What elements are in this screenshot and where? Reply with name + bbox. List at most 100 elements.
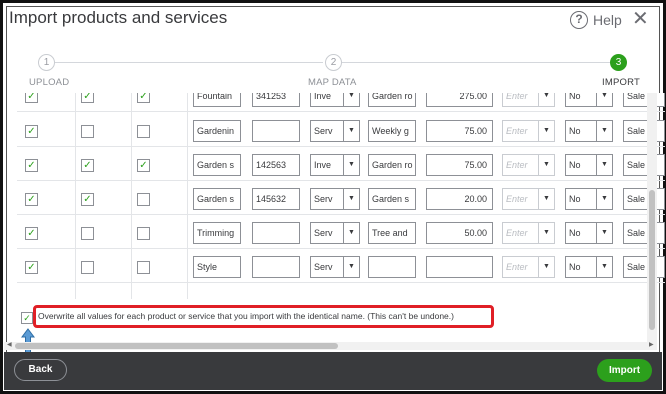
product-name-field[interactable]: Gardenin [193,120,241,142]
type-select[interactable]: Serv ▼ [310,256,360,278]
dropdown-caret-icon[interactable]: ▼ [343,223,359,243]
dropdown-caret-icon[interactable]: ▼ [538,155,554,175]
dropdown-caret-icon[interactable]: ▼ [538,257,554,277]
dropdown-caret-icon[interactable]: ▼ [538,223,554,243]
dropdown-caret-icon[interactable]: ▼ [596,189,612,209]
taxable-select[interactable]: No ▼ [565,188,613,210]
sku-field[interactable] [252,256,300,278]
dropdown-caret-icon[interactable]: ▼ [596,121,612,141]
sku-field[interactable] [252,222,300,244]
help-button[interactable]: ? Help [570,11,622,29]
dropdown-caret-icon[interactable]: ▼ [343,257,359,277]
scroll-right-icon[interactable]: ▶ [649,341,654,348]
account-field[interactable]: Sale [623,93,665,107]
dropdown-caret-icon[interactable]: ▼ [596,93,612,106]
income-account-select[interactable]: Enter ▼ [502,222,555,244]
row-checkbox[interactable]: ✓ [25,93,38,103]
income-account-select[interactable]: Enter ▼ [502,120,555,142]
row-checkbox[interactable]: ✓ [25,193,38,206]
description-field[interactable]: Garden s [368,188,416,210]
taxable-select[interactable]: No ▼ [565,120,613,142]
step-2-label: MAP DATA [308,77,357,88]
dropdown-caret-icon[interactable]: ▼ [538,121,554,141]
help-label: Help [593,12,622,28]
table-row: ✓ Trimming Serv ▼ Tree and 50.00 Enter ▼ No ▼ Sale [17,215,665,249]
row-checkbox[interactable]: ✓ [81,159,94,172]
dropdown-caret-icon[interactable]: ▼ [343,189,359,209]
price-field[interactable]: 50.00 [426,222,493,244]
vertical-scrollbar-thumb[interactable] [649,190,655,330]
row-checkbox[interactable] [81,261,94,274]
product-name-field[interactable]: Garden s [193,154,241,176]
type-select[interactable]: Serv ▼ [310,222,360,244]
row-checkbox[interactable] [137,125,150,138]
dropdown-caret-icon[interactable]: ▼ [343,121,359,141]
product-name-field[interactable]: Fountain [193,93,241,107]
type-select[interactable]: Serv ▼ [310,120,360,142]
type-select[interactable]: Inve ▼ [310,93,360,107]
row-checkbox[interactable]: ✓ [137,159,150,172]
row-checkbox[interactable] [137,193,150,206]
sku-field[interactable]: 142563 [252,154,300,176]
row-checkbox[interactable]: ✓ [25,227,38,240]
horizontal-scrollbar-thumb[interactable] [15,343,338,349]
account-field[interactable]: Sale [623,188,665,210]
sku-field[interactable]: 341253 [252,93,300,107]
account-field[interactable]: Sale [623,120,665,142]
table-row: ✓ Style Serv ▼ Enter ▼ No ▼ Sale [17,249,665,283]
income-account-select[interactable]: Enter ▼ [502,188,555,210]
row-checkbox[interactable]: ✓ [81,93,94,103]
dropdown-caret-icon[interactable]: ▼ [596,223,612,243]
account-field[interactable]: Sale [623,256,665,278]
arrow-up-icon [21,328,35,354]
sku-field[interactable]: 145632 [252,188,300,210]
taxable-select[interactable]: No ▼ [565,222,613,244]
product-name-field[interactable]: Trimming [193,222,241,244]
dropdown-caret-icon[interactable]: ▼ [538,93,554,106]
overwrite-checkbox[interactable]: ✓ [21,312,33,324]
row-checkbox[interactable] [81,125,94,138]
row-checkbox[interactable]: ✓ [25,261,38,274]
income-account-select[interactable]: Enter ▼ [502,256,555,278]
description-field[interactable]: Garden ro [368,93,416,107]
description-field[interactable]: Tree and [368,222,416,244]
product-name-field[interactable]: Garden s [193,188,241,210]
product-name-field[interactable]: Style [193,256,241,278]
dropdown-caret-icon[interactable]: ▼ [596,155,612,175]
row-checkbox[interactable]: ✓ [25,159,38,172]
price-field[interactable]: 275.00 [426,93,493,107]
sku-field[interactable] [252,120,300,142]
row-checkbox[interactable] [137,227,150,240]
price-field[interactable]: 75.00 [426,154,493,176]
back-button[interactable]: Back [14,359,67,381]
taxable-select[interactable]: No ▼ [565,154,613,176]
row-checkbox[interactable]: ✓ [25,125,38,138]
dropdown-caret-icon[interactable]: ▼ [538,189,554,209]
scroll-left-icon[interactable]: ◀ [7,341,12,348]
type-select[interactable]: Inve ▼ [310,154,360,176]
income-account-select[interactable]: Enter ▼ [502,154,555,176]
description-field[interactable] [368,256,416,278]
type-select[interactable]: Serv ▼ [310,188,360,210]
account-field[interactable]: Sale [623,222,665,244]
close-icon[interactable]: ✕ [632,9,649,29]
row-checkbox[interactable] [81,227,94,240]
price-field[interactable]: 75.00 [426,120,493,142]
row-checkbox[interactable] [137,261,150,274]
description-field[interactable]: Garden ro [368,154,416,176]
taxable-select[interactable]: No ▼ [565,93,613,107]
import-button[interactable]: Import [597,359,652,382]
step-1-label: UPLOAD [29,77,70,88]
dropdown-caret-icon[interactable]: ▼ [343,155,359,175]
row-checkbox[interactable]: ✓ [137,93,150,103]
dropdown-caret-icon[interactable]: ▼ [343,93,359,106]
price-field[interactable] [426,256,493,278]
dropdown-caret-icon[interactable]: ▼ [596,257,612,277]
description-field[interactable]: Weekly g [368,120,416,142]
overwrite-label: Overwrite all values for each product or… [38,311,454,321]
row-checkbox[interactable]: ✓ [81,193,94,206]
taxable-select[interactable]: No ▼ [565,256,613,278]
income-account-select[interactable]: Enter ▼ [502,93,555,107]
account-field[interactable]: Sale [623,154,665,176]
price-field[interactable]: 20.00 [426,188,493,210]
